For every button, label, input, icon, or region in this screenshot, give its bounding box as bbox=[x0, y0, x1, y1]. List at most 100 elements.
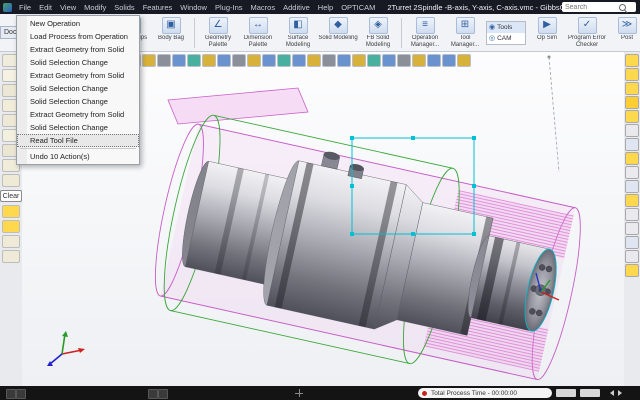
cam-tool-icon[interactable] bbox=[262, 54, 276, 67]
toolbar-button-surface-modeling[interactable]: ◧Surface Modeling bbox=[279, 17, 317, 48]
search-box[interactable] bbox=[562, 2, 636, 12]
context-menu-item-undo-10-action-s[interactable]: Undo 10 Action(s) bbox=[17, 150, 139, 163]
cam-tool-icon[interactable] bbox=[352, 54, 366, 67]
context-menu-item-solid-selection-change[interactable]: Solid Selection Change bbox=[17, 56, 139, 69]
cam-tool-icon[interactable] bbox=[202, 54, 216, 67]
cam-tool-icon[interactable] bbox=[322, 54, 336, 67]
left-rail-icon[interactable] bbox=[2, 220, 20, 233]
menu-solids[interactable]: Solids bbox=[110, 3, 138, 12]
right-rail-icon[interactable] bbox=[625, 152, 639, 165]
toolbar-button-solid-modeling[interactable]: ◆Solid Modeling bbox=[319, 17, 357, 48]
cam-tool-icon[interactable] bbox=[277, 54, 291, 67]
context-menu-item-extract-geometry-from-solid[interactable]: Extract Geometry from Solid bbox=[17, 43, 139, 56]
cam-tool-icon[interactable] bbox=[292, 54, 306, 67]
context-menu-item-solid-selection-change[interactable]: Solid Selection Change bbox=[17, 95, 139, 108]
left-rail-icon[interactable] bbox=[2, 174, 20, 187]
context-menu-item-solid-selection-change[interactable]: Solid Selection Change bbox=[17, 121, 139, 134]
right-rail-icon[interactable] bbox=[625, 250, 639, 263]
right-toolbar-rail bbox=[624, 54, 639, 277]
right-rail-icon[interactable] bbox=[625, 264, 639, 277]
menu-plug-ins[interactable]: Plug-Ins bbox=[211, 3, 247, 12]
context-menu-item-solid-selection-change[interactable]: Solid Selection Change bbox=[17, 82, 139, 95]
right-rail-icon[interactable] bbox=[625, 236, 639, 249]
context-menu-item-new-operation[interactable]: New Operation bbox=[17, 17, 139, 30]
right-rail-icon[interactable] bbox=[625, 82, 639, 95]
cam-tool-icon[interactable] bbox=[187, 54, 201, 67]
toolbar-button-geometry-palette[interactable]: ∠Geometry Palette bbox=[199, 17, 237, 48]
status-icon-4[interactable] bbox=[158, 389, 168, 399]
toolbar-button-program-error-checker[interactable]: ✓Program Error Checker bbox=[568, 17, 606, 48]
toolbar-button-label: Geometry Palette bbox=[198, 35, 238, 48]
tools-tab-icon: ◉ bbox=[489, 24, 495, 31]
toolbar-button-operation-manager[interactable]: ≡Operation Manager... bbox=[406, 17, 444, 48]
clear-button[interactable]: Clear bbox=[0, 190, 22, 202]
cam-tool-icon[interactable] bbox=[427, 54, 441, 67]
status-icon-1[interactable] bbox=[6, 389, 16, 399]
fb-solid-modeling-icon: ◈ bbox=[369, 17, 388, 34]
cam-tool-icon[interactable] bbox=[442, 54, 456, 67]
right-rail-icon[interactable] bbox=[625, 96, 639, 109]
context-menu-item-extract-geometry-from-solid[interactable]: Extract Geometry from Solid bbox=[17, 108, 139, 121]
menu-help[interactable]: Help bbox=[314, 3, 337, 12]
toolbar-button-label: Body Bag bbox=[151, 35, 191, 48]
context-menu-item-read-tool-file[interactable]: Read Tool File bbox=[17, 134, 139, 147]
process-time-label: Total Process Time - 00:00:00 bbox=[431, 390, 517, 397]
toolbar-button-body-bag[interactable]: ▣Body Bag bbox=[152, 17, 190, 48]
cam-tool-icon[interactable] bbox=[217, 54, 231, 67]
cam-tool-icon[interactable] bbox=[367, 54, 381, 67]
right-rail-icon[interactable] bbox=[625, 124, 639, 137]
cam-tool-icon[interactable] bbox=[382, 54, 396, 67]
status-box-1[interactable] bbox=[556, 389, 576, 397]
cam-tool-icon[interactable] bbox=[232, 54, 246, 67]
toolbar-button-fb-solid-modeling[interactable]: ◈FB Solid Modeling bbox=[359, 17, 397, 48]
right-rail-icon[interactable] bbox=[625, 166, 639, 179]
toolbar-button-post[interactable]: ≫Post bbox=[608, 17, 640, 48]
scroll-left-icon[interactable] bbox=[610, 390, 614, 396]
menu-modify[interactable]: Modify bbox=[80, 3, 110, 12]
toolbar-button-tool-manager[interactable]: ⊞Tool Manager... bbox=[446, 17, 484, 48]
cam-tool-icon[interactable] bbox=[172, 54, 186, 67]
right-rail-icon[interactable] bbox=[625, 54, 639, 67]
right-rail-icon[interactable] bbox=[625, 110, 639, 123]
right-rail-icon[interactable] bbox=[625, 222, 639, 235]
process-time-icon[interactable] bbox=[421, 390, 428, 397]
toolbar-button-dimension-palette[interactable]: ↔Dimension Palette bbox=[239, 17, 277, 48]
menu-additive[interactable]: Additive bbox=[279, 3, 314, 12]
status-box-2[interactable] bbox=[580, 389, 600, 397]
menu-macros[interactable]: Macros bbox=[247, 3, 280, 12]
cam-tool-icon[interactable] bbox=[457, 54, 471, 67]
tab-tools[interactable]: ◉Tools bbox=[487, 22, 525, 33]
right-rail-icon[interactable] bbox=[625, 180, 639, 193]
cam-tool-icon[interactable] bbox=[412, 54, 426, 67]
left-rail-icon[interactable] bbox=[2, 250, 20, 263]
left-rail-bottom bbox=[2, 205, 20, 263]
menu-view[interactable]: View bbox=[56, 3, 80, 12]
right-rail-icon[interactable] bbox=[625, 208, 639, 221]
scroll-right-icon[interactable] bbox=[618, 390, 622, 396]
search-input[interactable] bbox=[565, 4, 617, 11]
search-icon[interactable] bbox=[619, 4, 626, 11]
toolbar-button-op-sim[interactable]: ▶Op Sim bbox=[528, 17, 566, 48]
cam-subtoolbar bbox=[112, 53, 471, 67]
cam-tool-icon[interactable] bbox=[247, 54, 261, 67]
context-menu-item-extract-geometry-from-solid[interactable]: Extract Geometry from Solid bbox=[17, 69, 139, 82]
menu-window[interactable]: Window bbox=[176, 3, 211, 12]
right-rail-icon[interactable] bbox=[625, 68, 639, 81]
left-rail-icon[interactable] bbox=[2, 205, 20, 218]
status-icon-2[interactable] bbox=[16, 389, 26, 399]
menu-edit[interactable]: Edit bbox=[35, 3, 56, 12]
cam-tool-icon[interactable] bbox=[157, 54, 171, 67]
menu-opticam[interactable]: OPTICAM bbox=[337, 3, 379, 12]
cam-tool-icon[interactable] bbox=[397, 54, 411, 67]
cam-tool-icon[interactable] bbox=[142, 54, 156, 67]
menu-file[interactable]: File bbox=[15, 3, 35, 12]
tab-cam[interactable]: ◎CAM bbox=[487, 33, 525, 44]
cam-tool-icon[interactable] bbox=[337, 54, 351, 67]
context-menu-item-load-process-from-operation[interactable]: Load Process from Operation bbox=[17, 30, 139, 43]
right-rail-icon[interactable] bbox=[625, 194, 639, 207]
status-icon-3[interactable] bbox=[148, 389, 158, 399]
menu-features[interactable]: Features bbox=[139, 3, 177, 12]
right-rail-icon[interactable] bbox=[625, 138, 639, 151]
cam-tool-icon[interactable] bbox=[307, 54, 321, 67]
left-rail-icon[interactable] bbox=[2, 235, 20, 248]
